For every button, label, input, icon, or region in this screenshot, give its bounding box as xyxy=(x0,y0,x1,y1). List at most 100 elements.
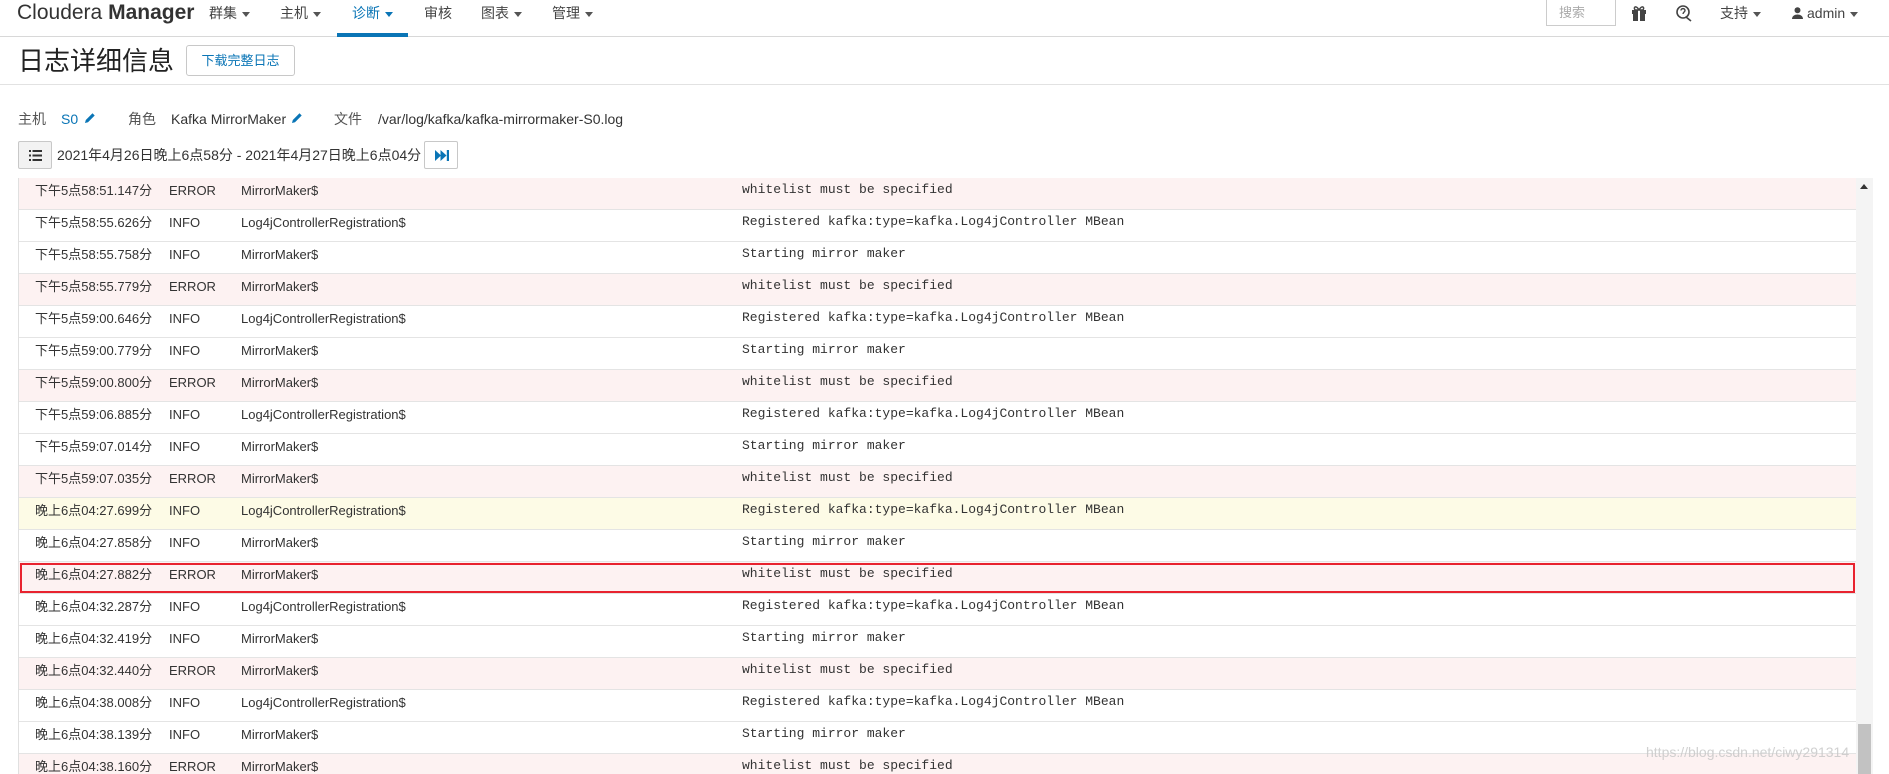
brand-logo[interactable]: Cloudera Manager xyxy=(17,0,194,26)
log-row[interactable]: 晚上6点04:32.440分 ERROR MirrorMaker$ whitelist… xyxy=(19,658,1856,690)
watermark: https://blog.csdn.net/ciwy291314 xyxy=(1646,744,1850,760)
nav-support[interactable]: 支持 xyxy=(1720,0,1761,28)
nav-hosts-label: 主机 xyxy=(280,5,308,21)
log-level: INFO xyxy=(169,343,201,358)
log-time: 下午5点59:07.014分 xyxy=(35,439,153,454)
log-row[interactable]: 晚上6点04:32.419分 INFO MirrorMaker$ Starting m… xyxy=(19,626,1856,658)
log-level: INFO xyxy=(169,439,201,454)
selected-log-row[interactable]: 晚上6点04:27.882分 ERROR MirrorMaker$ whitelist… xyxy=(19,562,1856,594)
log-row[interactable]: 下午5点58:51.147分 ERROR MirrorMaker$ whitelist… xyxy=(19,178,1856,210)
log-row[interactable]: 晚上6点04:38.008分 INFO Log4jControllerRegistr… xyxy=(19,690,1856,722)
list-view-button[interactable] xyxy=(18,141,52,169)
log-level: ERROR xyxy=(169,375,216,390)
pencil-icon[interactable] xyxy=(291,112,303,124)
log-source: MirrorMaker$ xyxy=(241,759,319,774)
log-message: Starting mirror maker xyxy=(742,726,906,741)
log-row[interactable]: 晚上6点04:38.139分 INFO MirrorMaker$ Starting m… xyxy=(19,722,1856,754)
log-level: INFO xyxy=(169,631,201,646)
log-row[interactable]: 晚上6点04:27.858分 INFO MirrorMaker$ Starting m… xyxy=(19,530,1856,562)
chevron-down-icon xyxy=(585,11,593,17)
download-full-log-button[interactable]: 下载完整日志 xyxy=(186,45,295,76)
chevron-down-icon xyxy=(1753,11,1761,17)
scroll-up-arrow-icon[interactable] xyxy=(1860,184,1868,189)
log-row[interactable]: 晚上6点04:32.287分 INFO Log4jControllerRegistr… xyxy=(19,594,1856,626)
log-message: Starting mirror maker xyxy=(742,246,906,261)
help-icon[interactable] xyxy=(1675,4,1693,22)
role-label: 角色 xyxy=(128,111,156,127)
nav-clusters-label: 群集 xyxy=(209,5,237,21)
log-time: 下午5点58:55.779分 xyxy=(35,279,153,294)
log-row[interactable]: 晚上6点04:38.160分 ERROR MirrorMaker$ whitelist… xyxy=(19,754,1856,774)
log-source: MirrorMaker$ xyxy=(241,727,319,742)
chevron-down-icon xyxy=(514,11,522,17)
log-time: 晚上6点04:38.008分 xyxy=(35,695,153,710)
log-level: ERROR xyxy=(169,663,216,678)
log-time: 下午5点59:00.646分 xyxy=(35,311,153,326)
skip-to-end-button[interactable] xyxy=(424,141,458,169)
log-message: whitelist must be specified xyxy=(742,566,953,581)
log-source: MirrorMaker$ xyxy=(241,471,319,486)
log-time: 下午5点59:00.779分 xyxy=(35,343,153,358)
nav-audits-label: 审核 xyxy=(424,5,452,21)
gift-icon[interactable] xyxy=(1630,4,1648,22)
log-source: MirrorMaker$ xyxy=(241,183,319,198)
log-row[interactable]: 下午5点58:55.779分 ERROR MirrorMaker$ whitelist… xyxy=(19,274,1856,306)
file-path: /var/log/kafka/kafka-mirrormaker-S0.log xyxy=(378,111,624,127)
log-time: 晚上6点04:27.882分 xyxy=(35,567,153,582)
log-time: 下午5点58:51.147分 xyxy=(35,183,153,198)
log-time: 晚上6点04:27.699分 xyxy=(35,503,153,518)
nav-diagnostics[interactable]: 诊断 xyxy=(352,0,393,28)
user-icon xyxy=(1792,7,1803,19)
log-message: Starting mirror maker xyxy=(742,534,906,549)
log-source: Log4jControllerRegistration$ xyxy=(241,215,406,230)
log-source: MirrorMaker$ xyxy=(241,535,319,550)
nav-charts-label: 图表 xyxy=(481,5,509,21)
log-source: Log4jControllerRegistration$ xyxy=(241,407,406,422)
nav-audits[interactable]: 审核 xyxy=(424,0,452,28)
fast-forward-end-icon xyxy=(435,150,449,161)
log-level: INFO xyxy=(169,215,201,230)
log-level: INFO xyxy=(169,599,201,614)
search-input[interactable]: 搜索 xyxy=(1546,0,1616,26)
log-time: 下午5点59:07.035分 xyxy=(35,471,153,486)
page-title: 日志详细信息 xyxy=(18,46,175,76)
log-message: whitelist must be specified xyxy=(742,758,953,773)
log-source: MirrorMaker$ xyxy=(241,631,319,646)
log-message: Starting mirror maker xyxy=(742,630,906,645)
log-time: 晚上6点04:38.139分 xyxy=(35,727,153,742)
pencil-icon[interactable] xyxy=(84,112,96,124)
log-row[interactable]: 下午5点59:07.014分 INFO MirrorMaker$ Starting m… xyxy=(19,434,1856,466)
log-row[interactable]: 下午5点59:06.885分 INFO Log4jControllerRegistr… xyxy=(19,402,1856,434)
nav-hosts[interactable]: 主机 xyxy=(280,0,321,28)
host-link[interactable]: S0 xyxy=(61,110,78,128)
role-value[interactable]: Kafka MirrorMaker xyxy=(171,110,286,128)
log-scrollbar[interactable] xyxy=(1856,178,1873,774)
nav-user-menu[interactable]: admin xyxy=(1792,0,1859,28)
log-source: MirrorMaker$ xyxy=(241,375,319,390)
log-time: 晚上6点04:32.287分 xyxy=(35,599,153,614)
log-time: 晚上6点04:27.858分 xyxy=(35,535,153,550)
log-message: whitelist must be specified xyxy=(742,662,953,677)
chevron-down-icon xyxy=(313,11,321,17)
log-time: 下午5点58:55.758分 xyxy=(35,247,153,262)
nav-charts[interactable]: 图表 xyxy=(481,0,522,28)
log-row[interactable]: 下午5点59:00.800分 ERROR MirrorMaker$ whitelist… xyxy=(19,370,1856,402)
list-icon xyxy=(29,150,42,161)
log-level: INFO xyxy=(169,247,201,262)
log-row[interactable]: 晚上6点04:27.699分 INFO Log4jControllerRegistr… xyxy=(19,498,1856,530)
nav-admin-label: 管理 xyxy=(552,5,580,21)
nav-admin[interactable]: 管理 xyxy=(552,0,593,28)
log-level: ERROR xyxy=(169,471,216,486)
nav-user-label: admin xyxy=(1807,5,1846,21)
log-row[interactable]: 下午5点58:55.758分 INFO MirrorMaker$ Starting m… xyxy=(19,242,1856,274)
log-table: 下午5点58:51.147分 ERROR MirrorMaker$ whitelist… xyxy=(18,178,1856,774)
log-time: 晚上6点04:32.440分 xyxy=(35,663,153,678)
log-row[interactable]: 下午5点58:55.626分 INFO Log4jControllerRegistr… xyxy=(19,210,1856,242)
scroll-thumb[interactable] xyxy=(1858,724,1871,774)
log-row[interactable]: 下午5点59:07.035分 ERROR MirrorMaker$ whitelist… xyxy=(19,466,1856,498)
nav-clusters[interactable]: 群集 xyxy=(209,0,250,28)
time-range-text[interactable]: 2021年4月26日晚上6点58分 - 2021年4月27日晚上6点04分 xyxy=(57,146,421,164)
log-source: MirrorMaker$ xyxy=(241,439,319,454)
log-row[interactable]: 下午5点59:00.779分 INFO MirrorMaker$ Starting m… xyxy=(19,338,1856,370)
log-row[interactable]: 下午5点59:00.646分 INFO Log4jControllerRegistr… xyxy=(19,306,1856,338)
